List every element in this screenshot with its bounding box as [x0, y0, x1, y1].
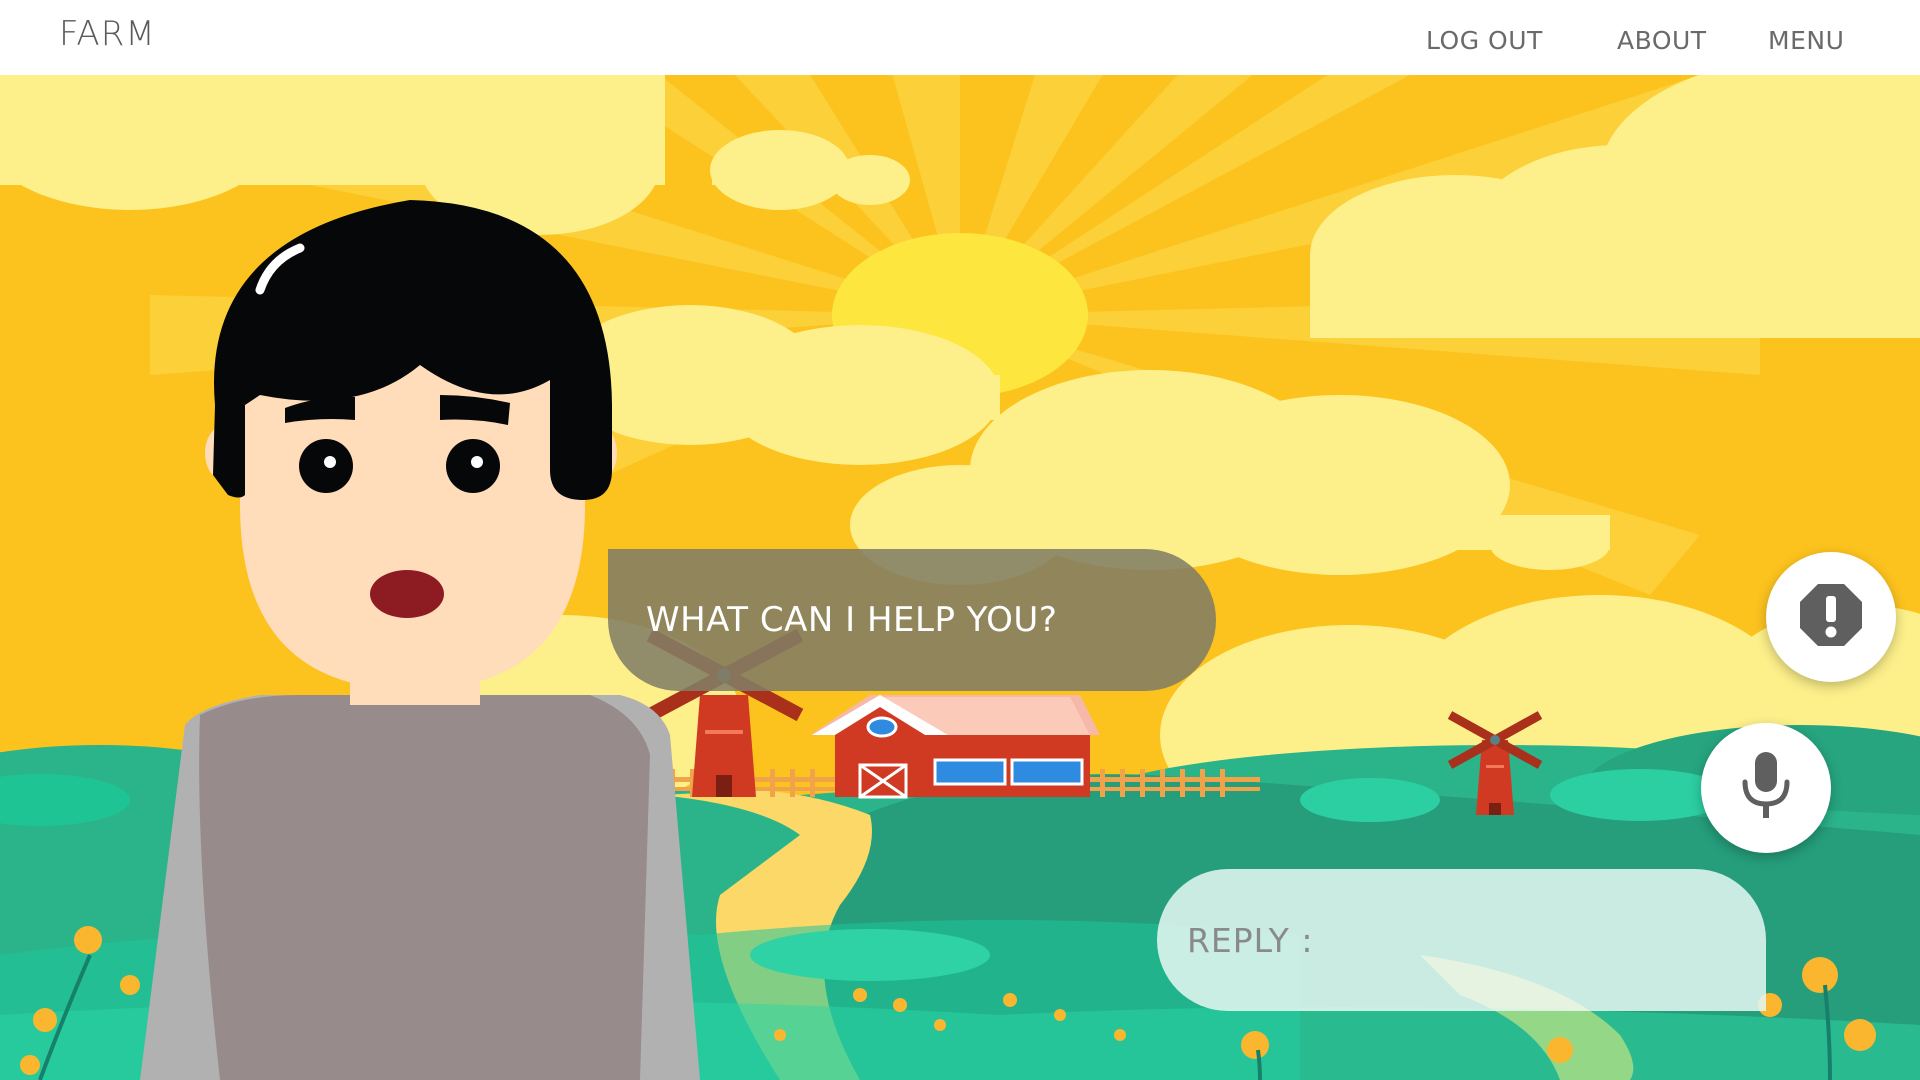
microphone-button[interactable] [1701, 723, 1831, 853]
alert-octagon-icon [1798, 582, 1864, 653]
reply-input[interactable]: REPLY : [1157, 869, 1766, 1011]
microphone-icon [1738, 750, 1794, 827]
assistant-speech-bubble: WHAT CAN I HELP YOU? [608, 549, 1216, 691]
assistant-prompt-text: WHAT CAN I HELP YOU? [646, 600, 1058, 640]
brand-logo[interactable]: FARM [59, 14, 156, 54]
top-bar: FARM LOG OUT ABOUT MENU [0, 0, 1920, 75]
alert-button[interactable] [1766, 552, 1896, 682]
menu-link[interactable]: MENU [1768, 26, 1844, 55]
reply-label: REPLY : [1187, 920, 1314, 960]
logout-link[interactable]: LOG OUT [1426, 26, 1543, 55]
about-link[interactable]: ABOUT [1617, 26, 1707, 55]
